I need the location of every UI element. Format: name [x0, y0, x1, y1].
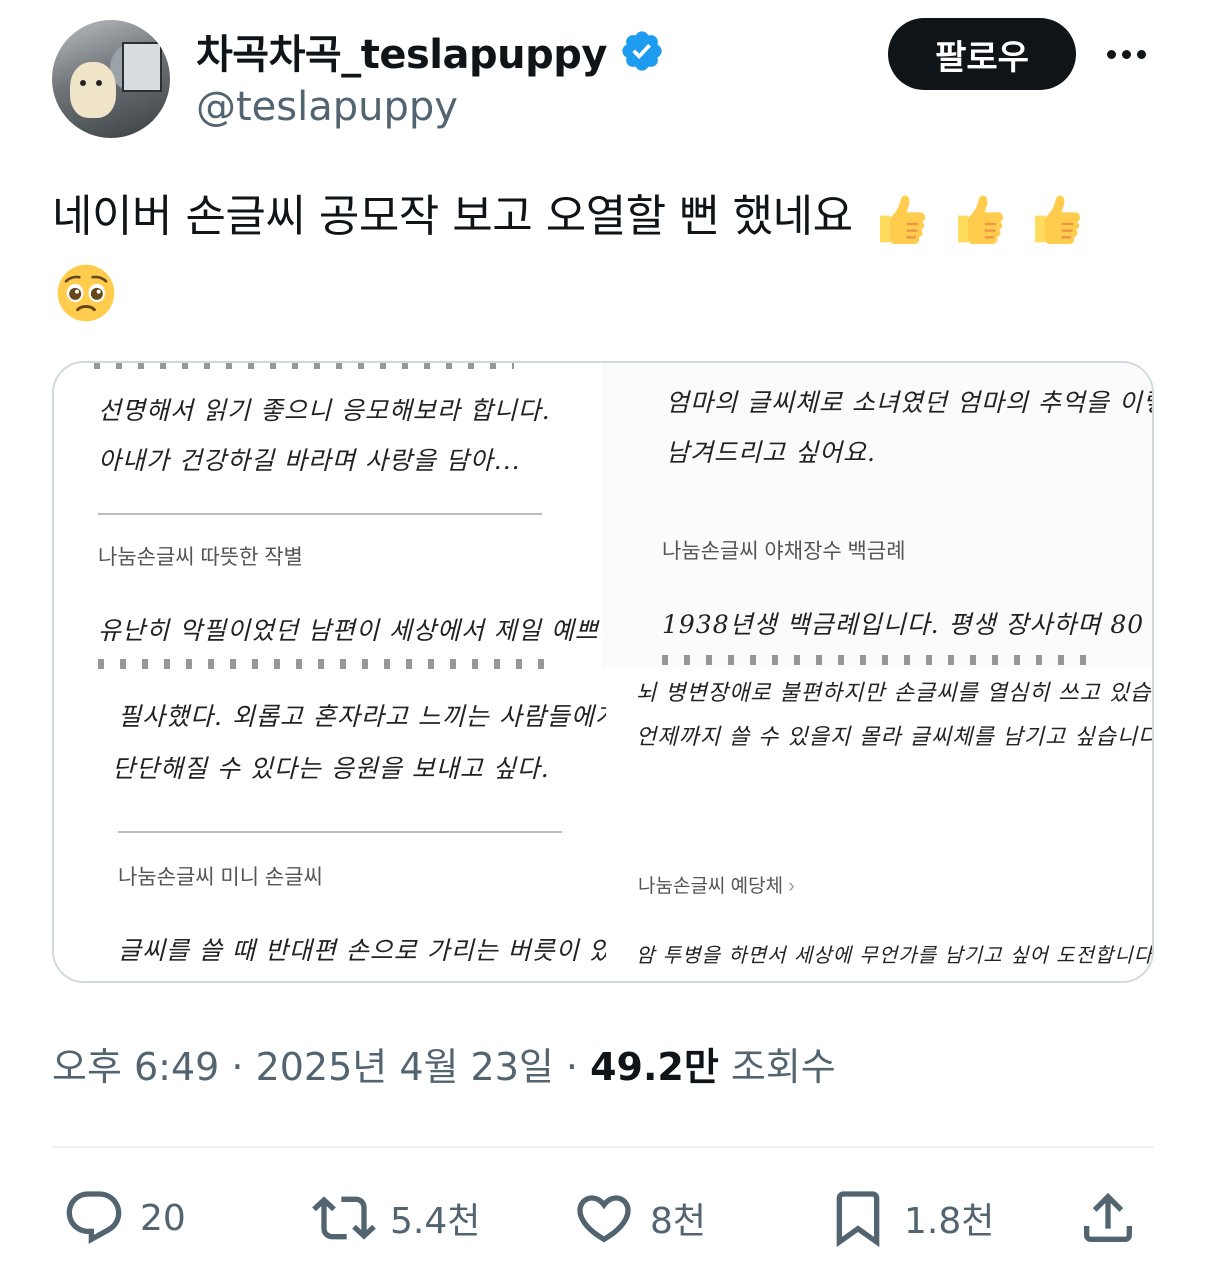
tweet-body: 네이버 손글씨 공모작 보고 오열할 뻔 했네요 — [52, 191, 853, 242]
reply-button[interactable]: 20 — [62, 1182, 186, 1254]
handwriting-line: 암 투병을 하면서 세상에 무언가를 남기고 싶어 도전합니다. 오랜만에 — [636, 943, 1154, 967]
collage-panel-5: 나눔손글씨 예당체 › 암 투병을 하면서 세상에 무언가를 남기고 싶어 도전… — [606, 791, 1154, 981]
heart-icon — [577, 1195, 631, 1243]
share-icon — [1084, 1192, 1132, 1242]
author-handle[interactable]: @teslapuppy — [196, 84, 458, 130]
chevron-right-icon: › — [788, 876, 795, 897]
collage-panel-2: 엄마의 글씨체로 소녀였던 엄마의 추억을 이렇게 남겨드리고 싶어요. 나눔손… — [602, 363, 1154, 669]
handwriting-line: 선명해서 읽기 좋으니 응모해보라 합니다. — [98, 396, 551, 425]
handwriting-line: 필사했다. 외롭고 혼자라고 느끼는 사람들에게 — [118, 702, 606, 731]
media-image-collage[interactable]: 선명해서 읽기 좋으니 응모해보라 합니다. 아내가 건강하길 바라며 사랑을 … — [52, 361, 1154, 983]
handwriting-line: 글씨를 쓸 때 반대편 손으로 가리는 버릇이 있었 — [118, 936, 606, 965]
author-name-row: 차곡차곡_teslapuppy — [196, 22, 665, 80]
retweet-button[interactable]: 5.4천 — [312, 1182, 480, 1254]
divider-line — [98, 513, 542, 515]
author-display-name[interactable]: 차곡차곡_teslapuppy — [196, 22, 607, 80]
retweet-count: 5.4천 — [390, 1201, 481, 1242]
verified-badge-icon — [622, 31, 662, 71]
collage-panel-1: 선명해서 읽기 좋으니 응모해보라 합니다. 아내가 건강하길 바라며 사랑을 … — [54, 363, 602, 669]
handwriting-line: 남겨드리고 싶어요. — [666, 438, 876, 467]
actions-divider — [52, 1146, 1154, 1148]
cropped-text-line — [98, 659, 548, 669]
tweet-timestamp: 오후 6:49 · 2025년 4월 23일 · 49.2만 조회수 — [52, 1036, 836, 1091]
thumbs-up-icon — [957, 195, 1003, 244]
follow-button[interactable]: 팔로우 — [888, 18, 1076, 90]
handwriting-line: 언제까지 쓸 수 있을지 몰라 글씨체를 남기고 싶습니다. — [636, 725, 1154, 750]
font-name-label: 나눔손글씨 야채장수 백금례 — [662, 540, 906, 563]
bookmark-count: 1.8천 — [904, 1201, 995, 1242]
font-name-label: 나눔손글씨 따뜻한 작별 — [98, 546, 303, 569]
timestamp-date[interactable]: 오후 6:49 · 2025년 4월 23일 · — [52, 1045, 590, 1089]
author-avatar[interactable] — [52, 20, 170, 138]
views-label: 조회수 — [718, 1045, 836, 1089]
bookmark-icon — [836, 1191, 880, 1248]
cropped-text-line — [662, 655, 1092, 665]
collage-panel-4: 뇌 병변장애로 불편하지만 손글씨를 열심히 쓰고 있습니다. 언제까지 쓸 수… — [606, 669, 1154, 791]
views-count: 49.2만 — [590, 1045, 719, 1089]
font-name-label: 나눔손글씨 미니 손글씨 — [118, 866, 323, 889]
handwriting-line: 뇌 병변장애로 불편하지만 손글씨를 열심히 쓰고 있습니다. — [636, 681, 1154, 706]
like-button[interactable]: 8천 — [572, 1182, 706, 1254]
font-name-label: 나눔손글씨 예당체 › — [638, 871, 795, 898]
avatar-dog — [70, 62, 116, 118]
reply-count: 20 — [140, 1197, 186, 1239]
more-options-icon[interactable] — [1096, 30, 1156, 78]
divider-line — [118, 831, 562, 833]
share-button[interactable] — [1076, 1182, 1140, 1254]
pleading-face-icon — [57, 264, 115, 322]
cropped-text-line — [94, 363, 514, 369]
font-name-text: 나눔손글씨 예당체 — [638, 876, 784, 897]
thumbs-up-icon — [880, 195, 926, 244]
bookmark-button[interactable]: 1.8천 — [826, 1182, 994, 1254]
handwriting-line: 단단해질 수 있다는 응원을 보내고 싶다. — [112, 754, 550, 783]
retweet-icon — [312, 1196, 376, 1240]
collage-panel-3: 필사했다. 외롭고 혼자라고 느끼는 사람들에게 단단해질 수 있다는 응원을 … — [54, 669, 606, 981]
handwriting-line: 유난히 악필이었던 남편이 세상에서 제일 예쁘다고 — [98, 616, 602, 645]
reply-icon — [66, 1191, 122, 1244]
like-count: 8천 — [650, 1201, 707, 1242]
tweet-text: 네이버 손글씨 공모작 보고 오열할 뻔 했네요 — [52, 180, 1152, 328]
handwriting-line: 1938년생 백금례입니다. 평생 장사하며 80 — [662, 610, 1145, 639]
thumbs-up-icon — [1035, 195, 1081, 244]
handwriting-line: 엄마의 글씨체로 소녀였던 엄마의 추억을 이렇게 — [666, 388, 1154, 417]
handwriting-line: 아내가 건강하길 바라며 사랑을 담아... — [98, 446, 521, 475]
avatar-car-screen — [122, 42, 162, 92]
